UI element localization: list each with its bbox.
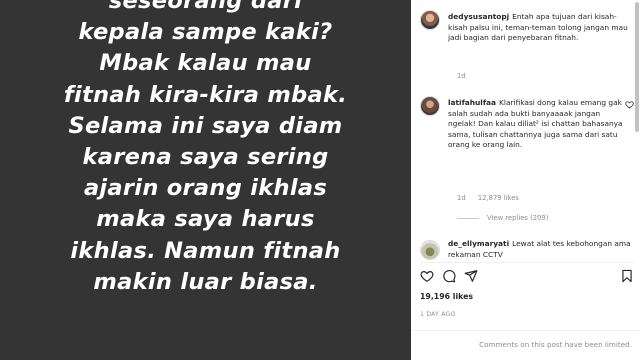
view-replies-link[interactable]: View replies (209) xyxy=(457,214,548,222)
comment-time[interactable]: 1d xyxy=(457,194,466,202)
view-replies-label[interactable]: View replies (209) xyxy=(487,214,548,222)
comment-text: latifahulfaa Klarifikasi dong kalau emang… xyxy=(448,98,628,151)
share-icon[interactable] xyxy=(464,269,478,283)
comment-text: de_ellymaryati Lewat alat tes kebohongan … xyxy=(448,239,634,260)
caption-text: dedysusantopj Entah apa tujuan dari kisah… xyxy=(448,12,634,44)
bookmark-icon[interactable] xyxy=(620,269,634,283)
story-line: maka saya harus xyxy=(96,206,315,233)
scroll-thumb[interactable] xyxy=(635,2,639,132)
comment-icon[interactable] xyxy=(442,269,456,283)
comments-panel: dedysusantopj Entah apa tujuan dari kisah… xyxy=(411,0,640,360)
limited-message: Comments on this post have been limited. xyxy=(479,340,632,349)
post-likes[interactable]: 19,196 likes xyxy=(420,292,473,301)
heart-icon[interactable] xyxy=(420,269,434,283)
story-line: seseorang dari xyxy=(108,0,303,14)
comment-meta: 1d 12,879 likes xyxy=(457,194,529,202)
comment-likes[interactable]: 12,879 likes xyxy=(478,194,519,202)
comment-item: de_ellymaryati Lewat alat tes kebohongan … xyxy=(420,236,634,260)
avatar[interactable] xyxy=(420,240,440,260)
comment-username[interactable]: latifahulfaa xyxy=(448,98,496,107)
avatar[interactable] xyxy=(420,96,440,116)
comment-username[interactable]: de_ellymaryati xyxy=(448,239,509,248)
heart-icon[interactable] xyxy=(625,100,634,109)
story-line: Selama ini saya diam xyxy=(68,112,343,139)
caption-username[interactable]: dedysusantopj xyxy=(448,12,509,21)
action-bar xyxy=(420,262,634,284)
story-line: makin luar biasa. xyxy=(93,268,318,295)
caption-time[interactable]: 1d xyxy=(457,72,466,80)
story-image: seseorang dari kepala sampe kaki? Mbak k… xyxy=(0,0,411,360)
story-text: seseorang dari kepala sampe kaki? Mbak k… xyxy=(0,0,411,298)
story-line: ajarin orang ikhlas xyxy=(83,175,328,202)
comments-limited-notice: Comments on this post have been limited. xyxy=(411,330,640,360)
story-line: karena saya sering xyxy=(82,144,329,171)
story-line: kepala sampe kaki? xyxy=(78,19,333,46)
story-line: ikhlas. Namun fitnah xyxy=(70,237,341,264)
post-date[interactable]: 1 DAY AGO xyxy=(420,311,456,318)
story-line: fitnah kira-kira mbak. xyxy=(63,81,348,108)
story-line: Mbak kalau mau xyxy=(99,50,312,77)
avatar[interactable] xyxy=(420,10,440,30)
comments-scrollbar[interactable] xyxy=(634,0,640,262)
replies-divider xyxy=(457,217,479,219)
